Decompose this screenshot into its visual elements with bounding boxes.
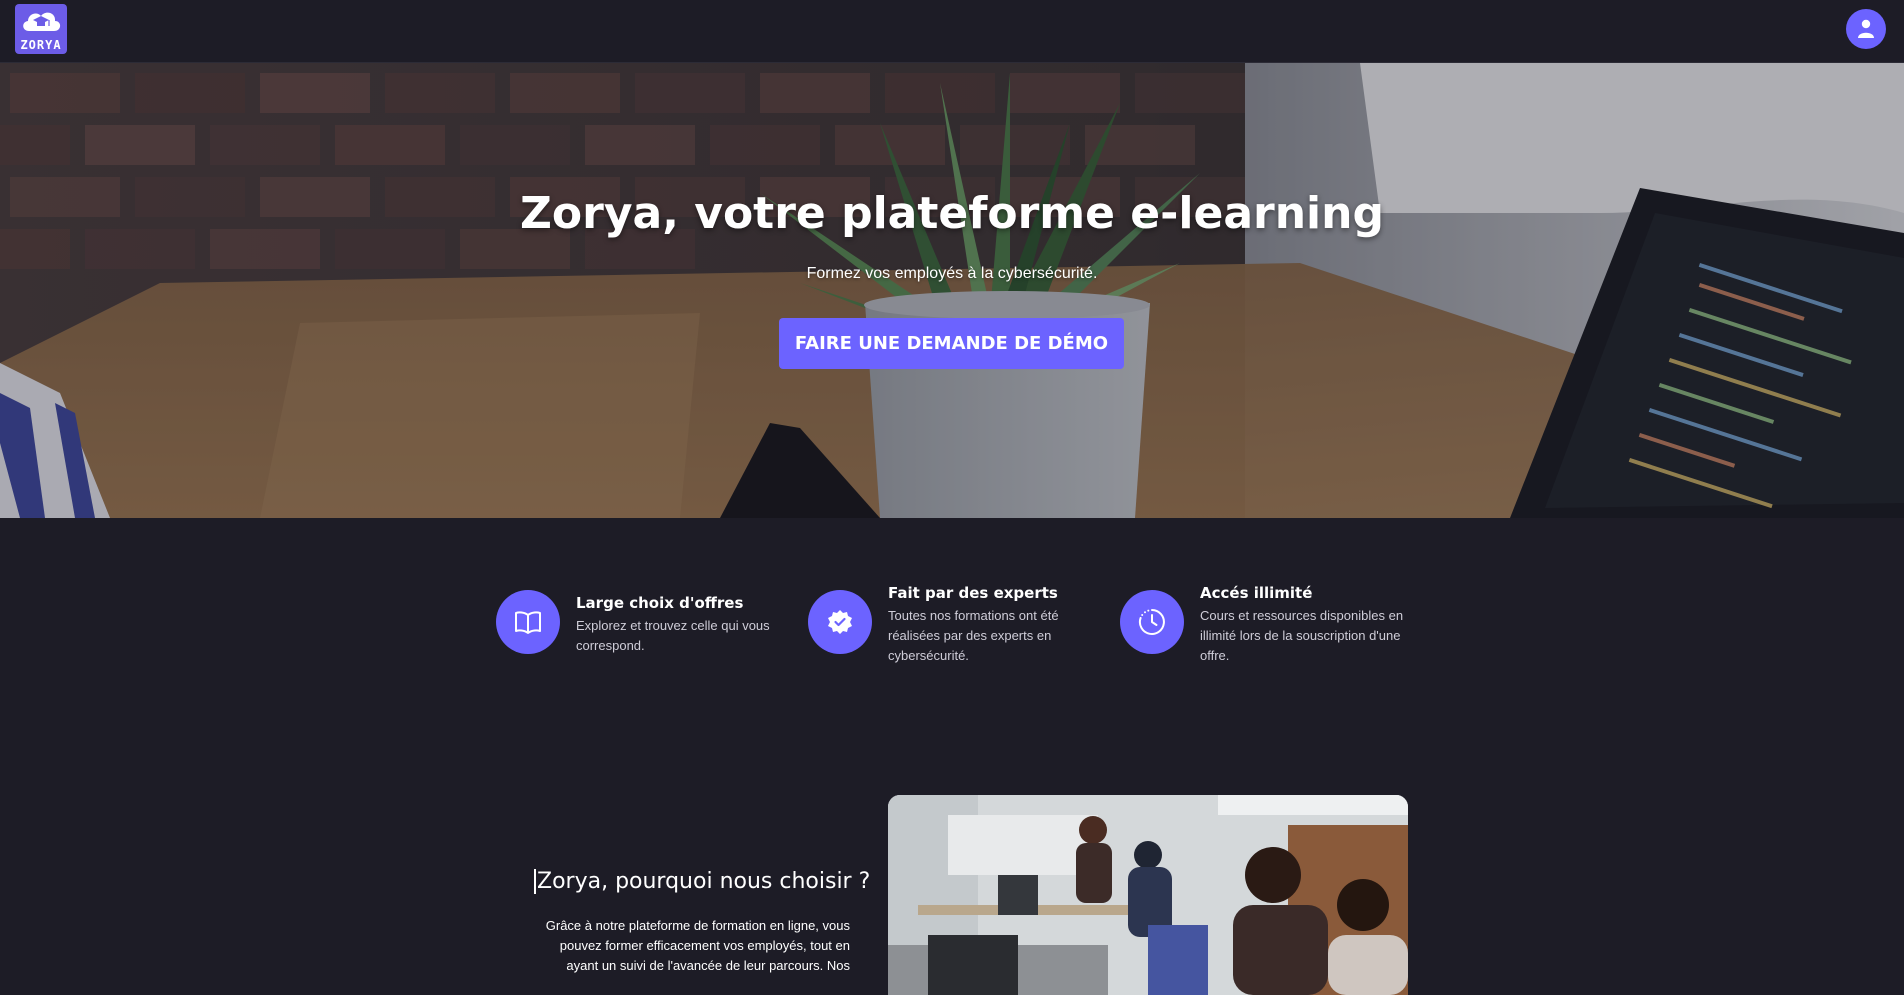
hero-banner: Zorya, votre plateforme e-learning Forme… xyxy=(0,63,1904,518)
feature-description: Explorez et trouvez celle qui vous corre… xyxy=(576,618,770,653)
feature-title: Accés illimité xyxy=(1200,584,1313,602)
feature-title: Large choix d'offres xyxy=(576,594,744,612)
book-icon xyxy=(496,590,560,654)
clock-icon xyxy=(1120,590,1184,654)
request-demo-button[interactable]: FAIRE UNE DEMANDE DE DÉMO xyxy=(779,318,1124,369)
logo-text: ZORYA xyxy=(20,38,62,52)
feature-offers: Large choix d'offres Explorez et trouvez… xyxy=(496,578,796,668)
why-section-title: Zorya, pourquoi nous choisir ? xyxy=(534,869,870,894)
feature-description: Toutes nos formations ont été réalisées … xyxy=(888,608,1059,663)
cloud-graduation-icon xyxy=(23,12,61,31)
verified-badge-icon xyxy=(808,590,872,654)
why-section-text: Grâce à notre plateforme de formation en… xyxy=(545,918,850,973)
hero-subtitle: Formez vos employés à la cybersécurité. xyxy=(806,265,1098,282)
hero-title: Zorya, votre plateforme e-learning xyxy=(520,188,1384,239)
feature-title: Fait par des experts xyxy=(888,584,1058,602)
team-photo xyxy=(888,795,1408,995)
top-navbar: ZORYA xyxy=(0,0,1904,63)
zorya-logo[interactable]: ZORYA xyxy=(15,4,67,54)
feature-description: Cours et ressources disponibles en illim… xyxy=(1200,608,1404,663)
hero-overlay xyxy=(0,63,1904,518)
user-icon xyxy=(1858,19,1874,38)
feature-unlimited-access: Accés illimité Cours et ressources dispo… xyxy=(1120,578,1420,668)
user-account-button[interactable] xyxy=(1846,9,1886,49)
team-photo-image xyxy=(888,795,1408,995)
feature-experts: Fait par des experts Toutes nos formatio… xyxy=(808,578,1108,668)
